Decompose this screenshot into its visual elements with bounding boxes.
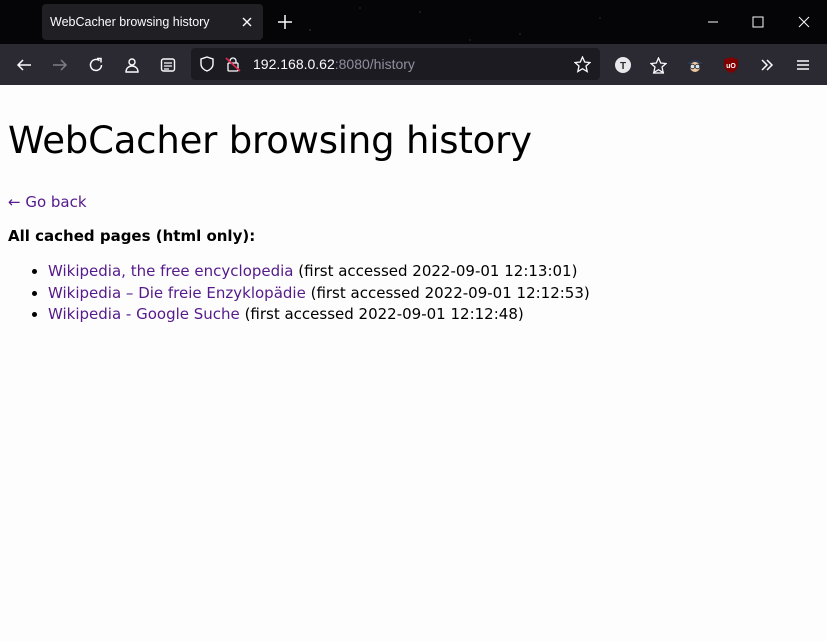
minimize-icon[interactable]	[703, 12, 723, 32]
hamburger-menu-icon[interactable]	[790, 52, 816, 78]
new-tab-plus-icon[interactable]	[276, 13, 294, 31]
back-arrow-icon[interactable]	[11, 52, 37, 78]
overflow-chevrons-icon[interactable]	[754, 52, 780, 78]
close-tab-icon[interactable]	[239, 14, 255, 30]
svg-text:T: T	[620, 61, 626, 72]
address-bar[interactable]: 192.168.0.62:8080/history	[191, 48, 600, 80]
access-time: (first accessed 2022-09-01 12:12:48)	[244, 305, 524, 323]
browser-tab[interactable]: WebCacher browsing history	[42, 4, 263, 40]
tab-title: WebCacher browsing history	[50, 15, 210, 29]
close-window-icon[interactable]	[794, 12, 814, 32]
go-back-link[interactable]: ← Go back	[8, 193, 87, 211]
reload-icon[interactable]	[83, 52, 109, 78]
maximize-icon[interactable]	[748, 12, 768, 32]
url-path: :8080/history	[334, 56, 415, 72]
list-item: Wikipedia - Google Suche (first accessed…	[48, 304, 819, 326]
list-item: Wikipedia, the free encyclopedia (first …	[48, 261, 819, 283]
page-title: WebCacher browsing history	[8, 119, 532, 162]
extension-star-icon[interactable]	[645, 52, 671, 78]
ublock-origin-icon[interactable]: uO	[718, 52, 744, 78]
section-title: All cached pages (html only):	[8, 227, 256, 245]
spy-extension-icon[interactable]	[682, 52, 708, 78]
navigation-toolbar: 192.168.0.62:8080/history T uO	[0, 44, 827, 85]
svg-text:uO: uO	[726, 63, 736, 70]
tracking-shield-icon[interactable]	[199, 56, 215, 76]
cached-pages-list: Wikipedia, the free encyclopedia (first …	[8, 261, 819, 326]
list-item: Wikipedia – Die freie Enzyklopädie (firs…	[48, 283, 819, 305]
title-bar: WebCacher browsing history	[0, 0, 827, 44]
cached-page-link[interactable]: Wikipedia - Google Suche	[48, 305, 240, 323]
cached-page-link[interactable]: Wikipedia – Die freie Enzyklopädie	[48, 284, 306, 302]
access-time: (first accessed 2022-09-01 12:13:01)	[298, 262, 578, 280]
forward-arrow-icon[interactable]	[47, 52, 73, 78]
access-time: (first accessed 2022-09-01 12:12:53)	[310, 283, 590, 302]
account-avatar-icon[interactable]: T	[610, 52, 636, 78]
url-host: 192.168.0.62	[253, 56, 335, 72]
reader-sidebar-icon[interactable]	[155, 52, 181, 78]
pocket-user-icon[interactable]	[119, 52, 145, 78]
cached-page-link[interactable]: Wikipedia, the free encyclopedia	[48, 262, 294, 280]
url-text[interactable]: 192.168.0.62:8080/history	[253, 56, 415, 72]
page-content: WebCacher browsing history ← Go back All…	[0, 119, 827, 326]
bookmark-star-icon[interactable]	[573, 55, 592, 77]
insecure-lock-icon[interactable]	[225, 56, 241, 76]
